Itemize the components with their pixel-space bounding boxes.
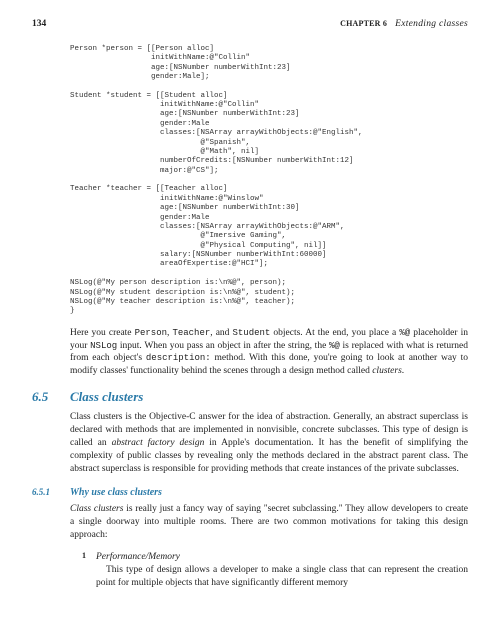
section-number: 6.5 xyxy=(32,388,70,406)
list-item: 1 Performance/Memory xyxy=(82,551,468,564)
subsection-heading: 6.5.1 Why use class clusters xyxy=(32,486,468,500)
subsection-number: 6.5.1 xyxy=(32,486,70,498)
list-label: Performance/Memory xyxy=(96,551,180,564)
paragraph: Class clusters is the Objective-C answer… xyxy=(70,411,468,475)
page-number: 134 xyxy=(32,18,46,31)
paragraph: Here you create Person, Teacher, and Stu… xyxy=(70,327,468,378)
chapter-heading: CHAPTER 6 Extending classes xyxy=(340,18,468,31)
list-body: This type of design allows a developer t… xyxy=(96,564,468,590)
page-header: 134 CHAPTER 6 Extending classes xyxy=(32,18,468,31)
section-heading: 6.5 Class clusters xyxy=(32,388,468,406)
chapter-title: Extending classes xyxy=(395,19,468,29)
list-marker: 1 xyxy=(82,551,96,564)
subsection-title: Why use class clusters xyxy=(70,486,162,500)
chapter-label: CHAPTER 6 xyxy=(340,19,387,28)
code-block: Person *person = [[Person alloc] initWit… xyxy=(70,45,468,317)
section-title: Class clusters xyxy=(70,388,143,406)
paragraph: Class clusters is really just a fancy wa… xyxy=(70,503,468,541)
